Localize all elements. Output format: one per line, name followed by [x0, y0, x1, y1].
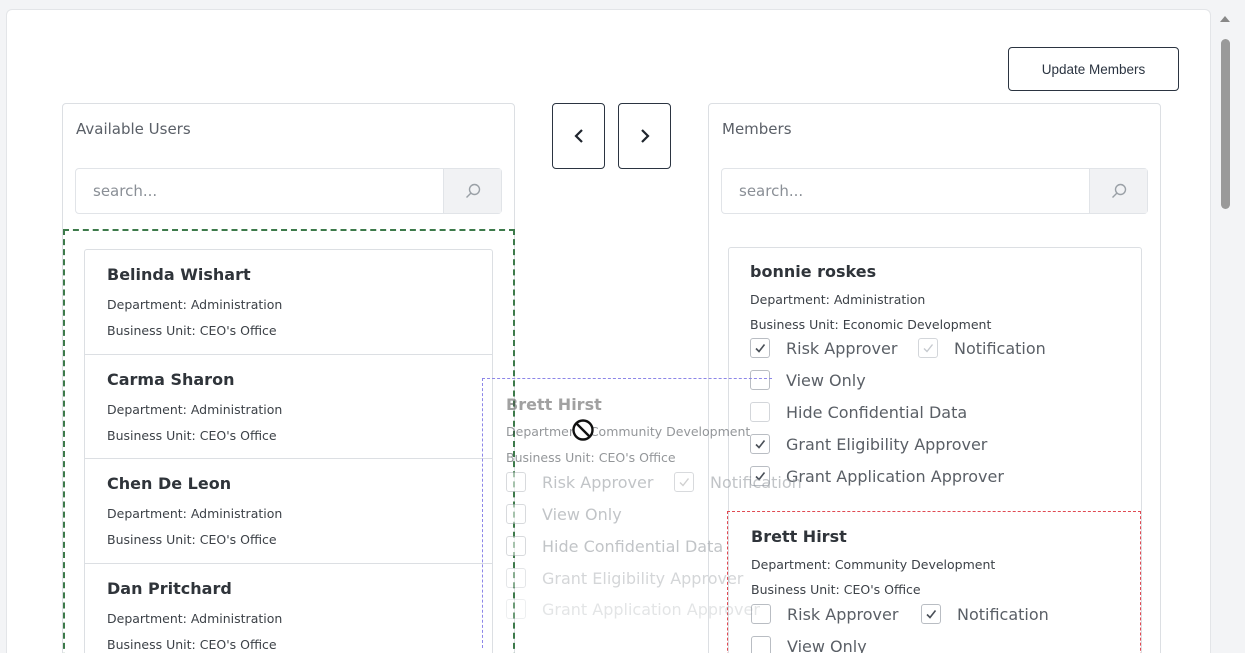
check-icon: [923, 344, 934, 353]
vertical-scrollbar[interactable]: [1217, 14, 1233, 653]
members-search: [721, 168, 1148, 214]
ghost-business-unit: Business Unit: CEO's Office: [506, 450, 676, 465]
members-search-button[interactable]: [1089, 169, 1147, 213]
ghost-role: Grant Application Approver: [506, 599, 760, 619]
role-label: Risk Approver: [542, 472, 654, 492]
update-members-button[interactable]: Update Members: [1008, 47, 1179, 91]
ghost-role: View Only: [506, 504, 622, 524]
role-label: Notification: [954, 338, 1046, 358]
ghost-checkbox: [506, 536, 526, 556]
risk-approver-checkbox[interactable]: [750, 338, 770, 358]
member-business-unit: Business Unit: Economic Development: [750, 317, 992, 332]
role-hide-confidential[interactable]: Hide Confidential Data: [750, 402, 967, 422]
ghost-role: Hide Confidential Data: [506, 536, 723, 556]
ghost-name: Brett Hirst: [506, 395, 602, 414]
ghost-checkbox: [506, 568, 526, 588]
available-drop-zone: [63, 229, 515, 653]
not-allowed-cursor-icon: [572, 419, 594, 441]
scroll-thumb[interactable]: [1221, 39, 1230, 209]
role-label: Risk Approver: [786, 338, 898, 358]
role-risk-approver[interactable]: Risk Approver: [750, 338, 897, 358]
available-search-input[interactable]: [76, 169, 443, 213]
available-search-button[interactable]: [443, 169, 501, 213]
role-label: Grant Application Approver: [542, 599, 760, 619]
move-right-button[interactable]: [618, 103, 671, 169]
ghost-department: Department: Community Development: [506, 424, 751, 439]
ghost-checkbox: [674, 472, 694, 492]
chevron-left-icon: [573, 129, 583, 143]
role-label: Hide Confidential Data: [542, 536, 724, 556]
role-label: View Only: [786, 370, 866, 390]
move-left-button[interactable]: [552, 103, 605, 169]
drag-preview: Brett Hirst Department: Community Develo…: [506, 395, 802, 635]
available-users-title: Available Users: [76, 120, 191, 138]
search-icon: [465, 183, 480, 198]
ghost-role: Grant Eligibility Approver: [506, 568, 743, 588]
search-icon: [1111, 183, 1126, 198]
role-label: Notification: [710, 472, 802, 492]
ghost-checkbox: [506, 599, 526, 619]
role-label: Grant Eligibility Approver: [786, 434, 988, 454]
ghost-role: Risk Approver: [506, 472, 653, 492]
role-notification[interactable]: Notification: [918, 338, 1046, 358]
ghost-checkbox: [506, 472, 526, 492]
notification-checkbox[interactable]: [918, 338, 938, 358]
member-item[interactable]: bonnie roskes Department: Administration…: [750, 262, 1130, 502]
chevron-right-icon: [640, 129, 650, 143]
member-department: Department: Administration: [750, 292, 926, 307]
role-label: Grant Application Approver: [786, 466, 1004, 486]
available-search: [75, 168, 502, 214]
role-label: Hide Confidential Data: [786, 402, 968, 422]
members-search-input[interactable]: [722, 169, 1089, 213]
role-label: Grant Eligibility Approver: [542, 568, 744, 588]
check-icon: [755, 344, 766, 353]
role-grant-eligibility[interactable]: Grant Eligibility Approver: [750, 434, 987, 454]
member-drop-target: [727, 511, 1141, 653]
ghost-role: Notification: [674, 472, 802, 492]
ghost-checkbox: [506, 504, 526, 524]
member-name: bonnie roskes: [750, 262, 877, 281]
role-label: View Only: [542, 504, 622, 524]
check-icon: [679, 478, 690, 487]
members-title: Members: [722, 120, 792, 138]
scroll-up-arrow-icon[interactable]: [1220, 16, 1230, 22]
